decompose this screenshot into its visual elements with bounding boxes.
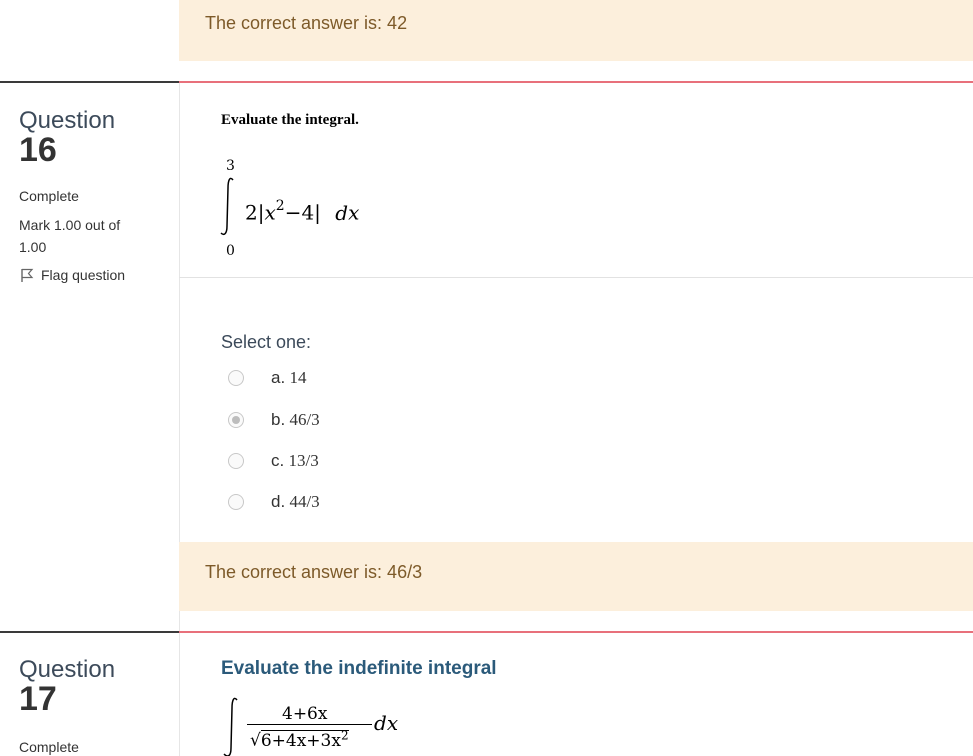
question-separator: [0, 81, 179, 83]
answer-option-a[interactable]: a. 14: [228, 368, 306, 388]
option-label: a. 14: [271, 368, 307, 387]
correct-answer-feedback: The correct answer is: 42: [179, 0, 973, 61]
option-label: c. 13/3: [271, 451, 319, 470]
fraction-numerator: 4+6x: [282, 704, 327, 724]
numerator-text: 4+6x: [282, 704, 328, 724]
radio-button-selected[interactable]: [228, 412, 244, 428]
sqrt-sign-icon: √: [250, 730, 261, 751]
option-label: b. 46/3: [271, 410, 320, 429]
fraction-bar: [247, 724, 372, 725]
integrand-coefficient: 2: [245, 200, 258, 225]
integrand-constant: −4: [284, 200, 315, 225]
flag-question-label: Flag question: [41, 267, 126, 283]
radicand: 6+4x+3x2: [260, 728, 349, 751]
differential-d: d: [335, 200, 349, 225]
feedback-text: The correct answer is: 46/3: [205, 562, 423, 582]
question-separator: [0, 631, 179, 633]
question-mark: Mark 1.00 out of 1.00: [19, 217, 121, 255]
integral-upper-limit: 3: [226, 158, 235, 174]
question-number: 17: [19, 680, 57, 718]
divider: [179, 277, 973, 278]
correct-answer-feedback: The correct answer is: 46/3: [179, 542, 973, 611]
question-info-17: Question 17 Complete: [19, 657, 169, 756]
differential-variable: x: [348, 200, 360, 225]
answer-option-d[interactable]: d. 44/3: [228, 492, 320, 512]
feedback-text: The correct answer is: 42: [205, 13, 408, 33]
question-number: 16: [19, 131, 57, 169]
integral-lower-limit: 0: [226, 243, 235, 259]
flag-question-button[interactable]: Flag question: [19, 267, 169, 283]
answer-option-c[interactable]: c. 13/3: [228, 451, 319, 471]
question-prompt: Evaluate the indefinite integral: [221, 658, 497, 679]
question-info-16: Question 16 Complete Mark 1.00 out of 1.…: [19, 108, 169, 284]
integrand: 2|x2−4| dx: [245, 198, 360, 225]
option-label: d. 44/3: [271, 492, 320, 511]
fraction-denominator: √6+4x+3x2: [250, 728, 349, 751]
question-prompt: Evaluate the integral.: [221, 112, 359, 128]
integral-sign-icon: [223, 697, 238, 756]
select-one-label: Select one:: [221, 332, 312, 352]
radio-button[interactable]: [228, 370, 244, 386]
flag-icon: [21, 268, 34, 282]
radio-button[interactable]: [228, 494, 244, 510]
abs-bar-right: |: [314, 200, 321, 225]
differential-variable: x: [386, 711, 399, 735]
differential: dx: [374, 711, 398, 735]
question-state: Complete: [19, 739, 79, 755]
integrand-exponent: 2: [275, 198, 285, 214]
question-state: Complete: [19, 188, 79, 204]
answer-option-b[interactable]: b. 46/3: [228, 410, 320, 430]
integrand-variable: x: [264, 200, 276, 225]
radio-button[interactable]: [228, 453, 244, 469]
integral-sign-icon: [220, 177, 234, 236]
differential-d: d: [374, 711, 387, 735]
